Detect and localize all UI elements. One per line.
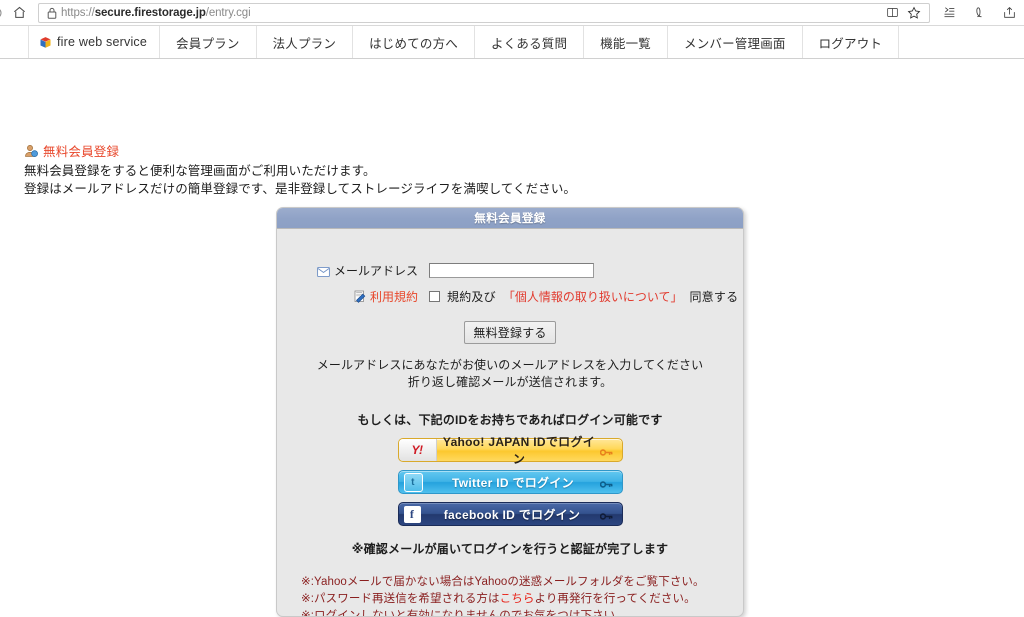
facebook-login-button[interactable]: f facebook ID でログイン — [397, 502, 623, 526]
terms-text-after: 同意する — [689, 290, 739, 304]
lead-line-2: 登録はメールアドレスだけの簡単登録です、是非登録してストレージライフを満喫してく… — [24, 182, 577, 196]
nav-item-corporate-plan[interactable]: 法人プラン — [257, 26, 354, 58]
browser-toolbar: https://secure.firestorage.jp/entry.cgi — [0, 0, 1024, 26]
key-icon — [599, 446, 613, 456]
nav-label: 会員プラン — [176, 36, 240, 51]
twitter-login-button[interactable]: t Twitter ID でログイン — [397, 470, 623, 494]
ink-notes-icon[interactable] — [964, 0, 994, 26]
nav-item-member-admin[interactable]: メンバー管理画面 — [668, 26, 803, 58]
key-icon — [599, 478, 613, 488]
key-icon — [599, 510, 613, 520]
warning-notes: ※:Yahooメールで届かない場合はYahooの迷惑メールフォルダをご覧下さい。… — [277, 574, 743, 617]
yahoo-login-button[interactable]: Y! Yahoo! JAPAN IDでログイン — [397, 435, 623, 466]
nav-label: ログアウト — [818, 36, 883, 51]
confirmation-note: ※確認メールが届いてログインを行うと認証が完了します — [351, 542, 669, 556]
nav-item-faq[interactable]: よくある質問 — [475, 26, 585, 58]
page-content: 無料会員登録 無料会員登録をすると便利な管理画面がご利用いただけます。 登録はメ… — [0, 59, 1024, 617]
twitter-login-label: Twitter ID でログイン — [452, 475, 574, 490]
collections-icon[interactable] — [934, 0, 964, 26]
warning-2-before: ※:パスワード再送信を希望される方は — [301, 593, 500, 605]
terms-text-before: 規約及び — [447, 290, 496, 304]
share-icon[interactable] — [994, 0, 1024, 26]
warning-1-text: ※:Yahooメールで届かない場合はYahooの迷惑メールフォルダをご覧下さい。 — [301, 576, 705, 588]
warning-3-text: ※:ログインしないと有効になりませんのでお気をつけ下さい。 — [301, 610, 627, 617]
password-resend-link[interactable]: こちら — [500, 593, 535, 605]
warning-2-after: より再発行を行ってください。 — [534, 593, 696, 605]
twitter-logo-text: t — [411, 476, 415, 488]
nav-item-features[interactable]: 機能一覧 — [584, 26, 668, 58]
email-input[interactable] — [429, 263, 594, 278]
url-scheme: https:// — [61, 6, 95, 19]
nav-item-logout[interactable]: ログアウト — [803, 26, 899, 58]
terms-checkbox[interactable] — [429, 291, 440, 302]
warning-line-3: ※:ログインしないと有効になりませんのでお気をつけ下さい。 — [301, 608, 743, 617]
register-button[interactable]: 無料登録する — [464, 321, 556, 344]
email-instructions: メールアドレスにあなたがお使いのメールアドレスを入力してください 折り返し確認メ… — [277, 357, 743, 391]
page-lead-text: 無料会員登録をすると便利な管理画面がご利用いただけます。 登録はメールアドレスだ… — [24, 162, 576, 198]
note-line-2: 折り返し確認メールが送信されます。 — [407, 375, 613, 389]
site-navigation: fire web service 会員プラン 法人プラン はじめての方へ よくあ… — [0, 26, 1024, 59]
nav-label: メンバー管理画面 — [684, 36, 786, 51]
nav-label: はじめての方へ — [369, 36, 458, 51]
social-login-buttons: Y! Yahoo! JAPAN IDでログイン t Twitter ID でログ… — [277, 435, 743, 526]
terms-row: 利用規約 規約及び 「個人情報の取り扱いについて」 同意する — [277, 288, 743, 305]
terms-label: 利用規約 — [277, 288, 429, 305]
warning-line-2: ※:パスワード再送信を希望される方はこちらより再発行を行ってください。 — [301, 591, 743, 608]
nav-label: 法人プラン — [272, 36, 337, 51]
address-bar[interactable]: https://secure.firestorage.jp/entry.cgi — [38, 2, 930, 23]
page-title: 無料会員登録 — [24, 141, 119, 160]
home-icon[interactable] — [6, 0, 32, 26]
facebook-logo-icon: f — [403, 505, 421, 523]
facebook-login-label: facebook ID でログイン — [443, 507, 581, 522]
email-row: メールアドレス — [277, 262, 743, 279]
lead-line-1: 無料会員登録をすると便利な管理画面がご利用いただけます。 — [24, 164, 376, 178]
email-label-text: メールアドレス — [333, 264, 418, 278]
panel-body: メールアドレス 利用規約 規約及び 「個人情報の取り扱いについて」 同意する 無… — [277, 262, 743, 617]
nav-item-member-plan[interactable]: 会員プラン — [160, 26, 257, 58]
yahoo-logo-text: Y! — [411, 443, 424, 457]
url-host: secure.firestorage.jp — [94, 6, 206, 19]
envelope-icon — [317, 266, 330, 277]
star-icon[interactable] — [903, 3, 925, 23]
registration-panel: 無料会員登録 メールアドレス 利用規約 規約及び 「個人情報の取り扱いについて」… — [276, 207, 744, 617]
alternate-login-heading: もしくは、下記のIDをお持ちであればログイン可能です — [357, 413, 663, 427]
note-line-1: メールアドレスにあなたがお使いのメールアドレスを入力してください — [316, 358, 704, 372]
warning-line-1: ※:Yahooメールで届かない場合はYahooの迷惑メールフォルダをご覧下さい。 — [301, 574, 743, 591]
registration-form: メールアドレス 利用規約 規約及び 「個人情報の取り扱いについて」 同意する — [277, 262, 743, 305]
address-bar-actions — [881, 3, 925, 23]
nav-item-brand[interactable]: fire web service — [29, 26, 161, 58]
yahoo-logo-icon: Y! — [398, 439, 437, 461]
url-path: /entry.cgi — [205, 6, 251, 19]
nav-right-spacer — [898, 26, 1024, 58]
lock-icon — [43, 7, 61, 19]
twitter-logo-icon: t — [403, 472, 423, 492]
page-title-label: 無料会員登録 — [43, 145, 120, 159]
terms-document-icon — [354, 290, 366, 303]
facebook-logo-text: f — [409, 506, 415, 521]
user-account-icon — [24, 144, 38, 158]
email-label: メールアドレス — [277, 262, 429, 279]
terms-agreement: 規約及び 「個人情報の取り扱いについて」 同意する — [429, 288, 738, 305]
submit-row: 無料登録する — [277, 321, 743, 344]
nav-brand-label: fire web service — [57, 35, 148, 49]
url-text: https://secure.firestorage.jp/entry.cgi — [61, 4, 251, 22]
yahoo-login-label: Yahoo! JAPAN IDでログイン — [442, 435, 596, 466]
package-box-icon — [39, 36, 52, 49]
panel-title: 無料会員登録 — [277, 208, 743, 229]
reading-view-icon[interactable] — [881, 3, 903, 23]
nav-item-getting-started[interactable]: はじめての方へ — [353, 26, 475, 58]
privacy-policy-link[interactable]: 「個人情報の取り扱いについて」 — [503, 288, 683, 305]
terms-label-text: 利用規約 — [369, 290, 418, 304]
nav-label: 機能一覧 — [600, 36, 651, 51]
nav-label: よくある質問 — [490, 36, 568, 51]
nav-left-spacer — [0, 26, 29, 58]
